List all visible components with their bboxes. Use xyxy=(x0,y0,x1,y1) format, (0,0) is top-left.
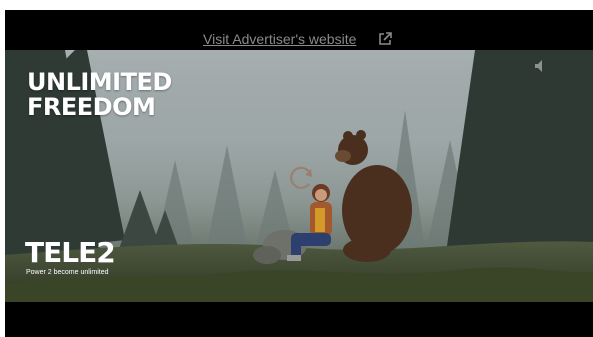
replay-icon[interactable] xyxy=(287,163,317,193)
speaker-icon[interactable] xyxy=(533,58,549,74)
video-ad-player[interactable]: Visit Advertiser's website UNLIMITED FRE… xyxy=(5,10,593,337)
brand-tagline: Power 2 become unlimited xyxy=(26,269,109,276)
external-link-icon[interactable] xyxy=(377,31,393,47)
video-frame[interactable]: UNLIMITED FREEDOM TELE2 Power 2 become u… xyxy=(5,50,593,302)
headline-line-2: FREEDOM xyxy=(27,93,156,121)
ad-top-bar: Visit Advertiser's website xyxy=(5,10,593,50)
visit-advertiser-link[interactable]: Visit Advertiser's website xyxy=(203,31,356,47)
brand-name: TELE2 xyxy=(25,236,116,269)
ad-bottom-bar xyxy=(5,302,593,337)
ad-headline: UNLIMITED FREEDOM xyxy=(27,70,172,120)
headline-line-1: UNLIMITED xyxy=(27,68,172,96)
brand-logo: TELE2 Power 2 become unlimited xyxy=(25,236,116,277)
